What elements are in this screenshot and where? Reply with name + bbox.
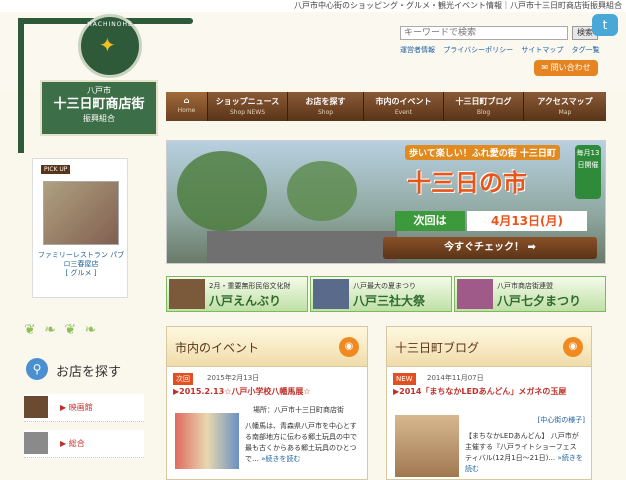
main-nav: ⌂ Home ショップニュース Shop NEWS お店を探す Shop 市内の…: [166, 92, 606, 121]
rss-icon[interactable]: ◉: [563, 337, 583, 357]
banner-tree: [287, 161, 357, 221]
shop-category-text: 映画館: [68, 403, 93, 412]
link-privacy[interactable]: プライバシーポリシー: [443, 46, 513, 54]
pickup-card[interactable]: PICK UP ファミリーレストラン パブロ三春屋店 [ グルメ ]: [32, 158, 128, 298]
event-title-link[interactable]: ▶2015.2.13☆八戸小学校八幡馬展☆: [173, 386, 363, 397]
twitter-icon[interactable]: t: [592, 14, 618, 36]
feature-photo: [313, 279, 349, 309]
nav-shop-news[interactable]: ショップニュース Shop NEWS: [208, 92, 288, 121]
main-banner[interactable]: 歩いて楽しい！ふれ愛の街 十三日町 十三日の市 毎月13日開催 次回は 4月13…: [166, 140, 606, 264]
nav-blog-en: Blog: [476, 109, 491, 116]
events-title: 市内のイベント: [175, 341, 260, 355]
pickup-category: [ グルメ ]: [65, 269, 97, 277]
blog-title: 十三日町ブログ: [395, 341, 480, 355]
feature-subtitle: 八戸市商店街連盟: [497, 282, 553, 290]
blog-title-link[interactable]: ▶2014「まちなかLEDあんどん」メガネの玉屋: [393, 386, 583, 397]
cinema-thumb: [24, 396, 48, 418]
event-date: 2015年2月13日: [207, 374, 260, 382]
home-icon: ⌂: [183, 96, 190, 105]
feature-tanabata[interactable]: 八戸市商店街連盟 八戸七夕まつり: [454, 276, 606, 312]
vine-decoration: ❦ ❧ ❦ ❧: [24, 322, 99, 338]
shop-search-heading: ⚲ お店を探す: [26, 358, 144, 388]
check-now-button[interactable]: 今すぐチェック！ ➡: [383, 237, 597, 259]
signboard: 八戸市 十三日町商店街 振興組合: [40, 80, 158, 136]
header-links: 運営者情報 プライバシーポリシー サイトマップ タグ一覧: [400, 45, 606, 55]
nav-blog-jp: 十三日町ブログ: [455, 97, 512, 106]
nav-shop-news-en: Shop NEWS: [229, 109, 266, 116]
contact-button[interactable]: ✉ 問い合わせ: [534, 60, 598, 76]
shop-category-label: ▶ 映画館: [60, 403, 93, 412]
shop-search-title: お店を探す: [56, 365, 122, 380]
nav-home-en: Home: [177, 107, 196, 114]
contact-label: 問い合わせ: [550, 63, 591, 72]
banner-tag: 歩いて楽しい！ふれ愛の街 十三日町: [405, 145, 560, 160]
magnifier-icon: ⚲: [26, 358, 48, 380]
shop-category-cinema[interactable]: ▶ 映画館: [24, 394, 144, 422]
logo-city: 八戸市: [87, 86, 111, 95]
nav-map-jp: アクセスマップ: [537, 97, 593, 106]
shop-category-text: 総合: [68, 439, 85, 448]
blog-date: 2014年11月07日: [427, 374, 484, 382]
blog-photo[interactable]: [395, 415, 459, 477]
nav-event[interactable]: 市内のイベント Event: [364, 92, 444, 121]
event-badge: 次回: [173, 373, 193, 385]
feature-subtitle: 2月・重要無形民俗文化財: [209, 282, 291, 290]
site-tagline: 八戸市中心街のショッピング・グルメ・観光イベント情報｜八戸市十三日町商店街振興組…: [294, 1, 622, 10]
search-input[interactable]: [400, 26, 568, 40]
top-bar: 八戸市中心街のショッピング・グルメ・観光イベント情報｜八戸市十三日町商店街振興組…: [0, 0, 626, 12]
link-tags[interactable]: タグ一覧: [572, 46, 600, 54]
link-sitemap[interactable]: サイトマップ: [521, 46, 563, 54]
sign-post: [18, 18, 24, 153]
pickup-text: ファミリーレストラン パブロ三春屋店 [ グルメ ]: [35, 251, 127, 278]
events-panel-header: 市内のイベント ◉: [167, 327, 367, 367]
nav-shop-news-jp: ショップニュース: [215, 97, 280, 106]
nav-event-jp: 市内のイベント: [375, 97, 432, 106]
feature-title: 八戸えんぶり: [209, 294, 282, 308]
nav-map-en: Map: [558, 109, 572, 116]
feature-title: 八戸三社大祭: [353, 294, 426, 308]
banner-tree: [177, 151, 267, 231]
feature-title: 八戸七夕まつり: [497, 294, 582, 308]
hachinohe-emblem: HACHINOHE ✦: [78, 14, 142, 78]
event-read-more[interactable]: »続きを読む: [261, 455, 300, 463]
nav-map[interactable]: アクセスマップ Map: [524, 92, 606, 121]
nav-shop-jp: お店を探す: [305, 97, 346, 106]
nav-event-en: Event: [394, 109, 413, 116]
pickup-label: PICK UP: [41, 165, 71, 174]
pickup-photo: [43, 181, 119, 245]
nav-home[interactable]: ⌂ Home: [166, 92, 208, 121]
feature-photo: [457, 279, 493, 309]
feature-subtitle: 八戸最大の夏まつり: [353, 282, 416, 290]
feature-sanja-taisai[interactable]: 八戸最大の夏まつり 八戸三社大祭: [310, 276, 452, 312]
pickup-name: ファミリーレストラン パブロ三春屋店: [37, 251, 125, 268]
shop-category-label: ▶ 総合: [60, 439, 85, 448]
banner-badge: 毎月13日開催: [575, 145, 601, 199]
blog-category[interactable]: [中心街の様子]: [538, 415, 585, 425]
bird-icon: ✦: [99, 33, 116, 57]
blog-panel-header: 十三日町ブログ ◉: [387, 327, 591, 367]
link-operator[interactable]: 運営者情報: [400, 46, 435, 54]
nav-blog[interactable]: 十三日町ブログ Blog: [444, 92, 524, 121]
banner-street: [207, 231, 397, 263]
banner-next-label: 次回は: [395, 211, 465, 231]
blog-text: 【まちなかLEDあんどん】 八戸市が主催する『八戸ライトショーフェスティバル(1…: [465, 431, 583, 475]
rss-icon[interactable]: ◉: [339, 337, 359, 357]
logo-name: 十三日町商店街: [53, 97, 145, 112]
event-text: 八幡馬は、青森県八戸市を中心とする南部地方に伝わる郷土玩具の中で最も古くからある…: [245, 421, 363, 465]
nav-shop-en: Shop: [317, 109, 334, 116]
general-thumb: [24, 432, 48, 454]
emblem-text: HACHINOHE: [87, 21, 133, 28]
blog-panel: 十三日町ブログ ◉ NEW 2014年11月07日 ▶2014「まちなかLEDあ…: [386, 326, 592, 480]
shop-category-general[interactable]: ▶ 総合: [24, 430, 144, 458]
feature-enburi[interactable]: 2月・重要無形民俗文化財 八戸えんぶり: [166, 276, 308, 312]
event-photo[interactable]: [175, 413, 239, 469]
logo-sub: 振興組合: [83, 114, 115, 123]
nav-shop[interactable]: お店を探す Shop: [288, 92, 364, 121]
feature-photo: [169, 279, 205, 309]
events-panel: 市内のイベント ◉ 次回 2015年2月13日 ▶2015.2.13☆八戸小学校…: [166, 326, 368, 480]
banner-title: 十三日の市: [407, 169, 527, 197]
banner-next-date: 4月13日(月): [467, 211, 587, 231]
event-place: 場所：八戸市十三日町商店街: [253, 406, 344, 414]
blog-badge: NEW: [393, 373, 416, 385]
